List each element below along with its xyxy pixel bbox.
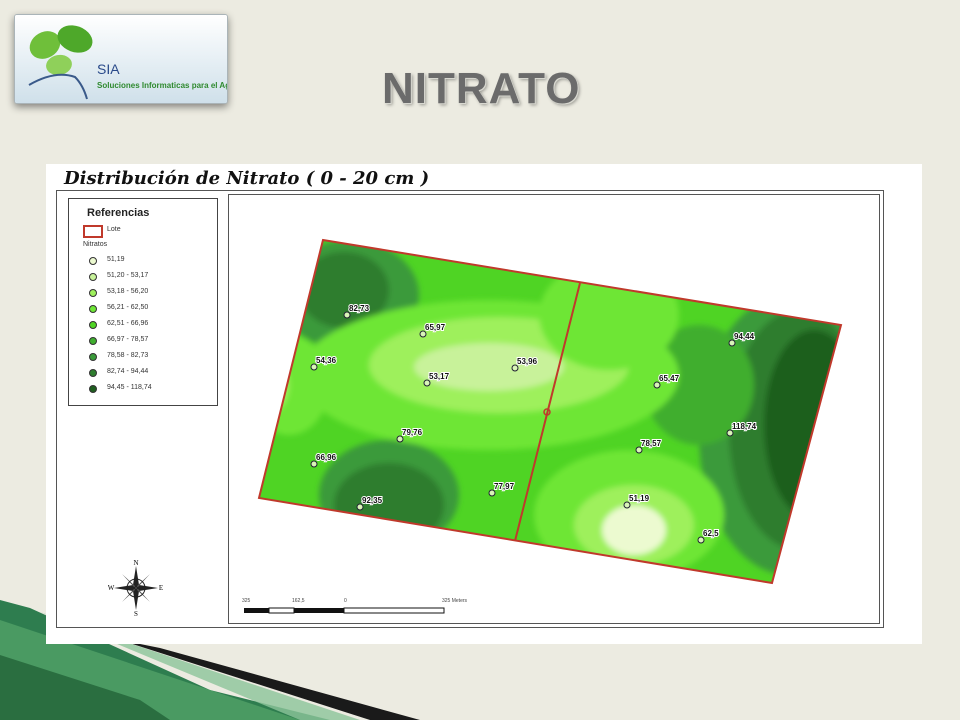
slide-title: NITRATO bbox=[382, 64, 581, 113]
sample-point-label: 118,74 bbox=[732, 422, 757, 431]
map-title: Distribución de Nitrato ( 0 - 20 cm ) bbox=[64, 168, 430, 189]
map-panel: Distribución de Nitrato ( 0 - 20 cm ) Re… bbox=[46, 164, 922, 644]
sample-point-label: 53,96 bbox=[517, 357, 538, 366]
sample-point-label: 94,44 bbox=[734, 332, 755, 341]
legend-title: Referencias bbox=[87, 207, 150, 219]
sample-point-label: 78,57 bbox=[641, 439, 662, 448]
sample-point-label: 62,5 bbox=[703, 529, 719, 538]
scale-label-2: 0 bbox=[344, 598, 347, 604]
sample-point-label: 92,35 bbox=[362, 496, 383, 505]
map-legend: Referencias Lote Nitratos 51,19 51,20 - 5… bbox=[68, 198, 218, 406]
sample-point-label: 54,36 bbox=[316, 356, 337, 365]
sample-point-label: 77,97 bbox=[494, 482, 515, 491]
company-logo: SIA Soluciones Informaticas para el Agro bbox=[14, 14, 228, 104]
compass-n: N bbox=[133, 560, 138, 567]
sample-point-label: 51,19 bbox=[629, 494, 650, 503]
legend-class-label: 66,97 - 78,57 bbox=[107, 336, 149, 343]
sample-point-label: 53,17 bbox=[429, 372, 450, 381]
legend-dot-icon bbox=[89, 305, 97, 313]
legend-class-label: 82,74 - 94,44 bbox=[107, 368, 149, 375]
north-arrow-icon: N S E W bbox=[108, 560, 163, 616]
sample-point-label: 79,76 bbox=[402, 428, 423, 437]
sample-point-label: 66,96 bbox=[316, 453, 337, 462]
lote-label: Lote bbox=[107, 226, 121, 233]
scale-label-3: 325 Meters bbox=[442, 598, 468, 604]
legend-class-label: 51,19 bbox=[107, 256, 125, 263]
sample-point-label: 65,47 bbox=[659, 374, 680, 383]
legend-dot-icon bbox=[89, 337, 97, 345]
lote-swatch bbox=[83, 225, 103, 238]
legend-class-label: 78,58 - 82,73 bbox=[107, 352, 149, 359]
legend-dot-icon bbox=[89, 385, 97, 393]
logo-name: SIA bbox=[97, 61, 120, 77]
sample-point-label: 65,97 bbox=[425, 323, 446, 332]
nitrate-map: 82,73 65,97 54,36 53,17 53,96 65,47 94,44 118,7… bbox=[257, 238, 843, 585]
legend-class-label: 62,51 - 66,96 bbox=[107, 320, 149, 327]
legend-dot-icon bbox=[89, 353, 97, 361]
legend-dot-icon bbox=[89, 273, 97, 281]
scale-bar: 325 162,5 0 325 Meters bbox=[242, 598, 468, 614]
legend-class-label: 94,45 - 118,74 bbox=[107, 384, 152, 391]
legend-class-label: 53,18 - 56,20 bbox=[107, 288, 149, 295]
map-area: 82,73 65,97 54,36 53,17 53,96 65,47 94,44 118,7… bbox=[228, 194, 880, 624]
compass-w: W bbox=[108, 584, 115, 592]
sample-point-label: 82,73 bbox=[349, 304, 370, 313]
legend-dot-icon bbox=[89, 257, 97, 265]
legend-dot-icon bbox=[89, 369, 97, 377]
legend-class-label: 56,21 - 62,50 bbox=[107, 304, 149, 311]
compass-s: S bbox=[134, 610, 138, 616]
scale-label-0: 325 bbox=[242, 598, 251, 604]
compass-e: E bbox=[159, 584, 163, 592]
legend-class-label: 51,20 - 53,17 bbox=[107, 272, 149, 279]
legend-dot-icon bbox=[89, 321, 97, 329]
nitratos-label: Nitratos bbox=[83, 241, 108, 248]
logo-tagline: Soluciones Informaticas para el Agro bbox=[97, 81, 228, 90]
scale-label-1: 162,5 bbox=[292, 598, 305, 604]
legend-dot-icon bbox=[89, 289, 97, 297]
